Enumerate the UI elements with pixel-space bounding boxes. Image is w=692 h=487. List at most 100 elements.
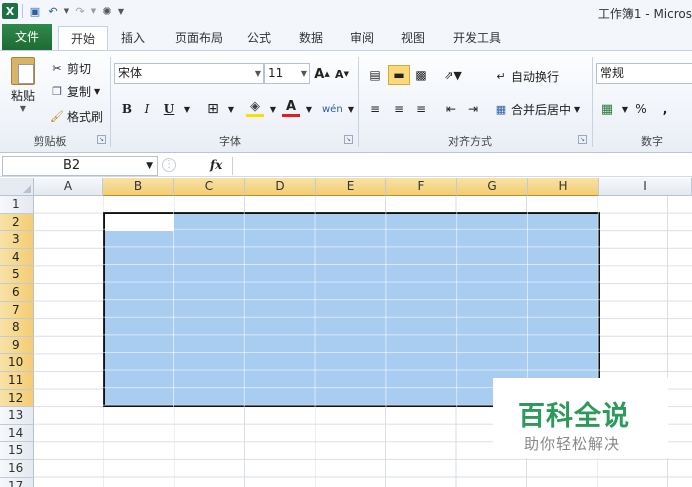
row-header-1[interactable]: 1	[0, 196, 34, 214]
underline-button[interactable]: U	[160, 99, 178, 119]
scissors-icon: ✂	[52, 61, 62, 75]
format-painter-label: 格式刷	[67, 109, 104, 124]
redo-dropdown-icon[interactable]: ▼	[90, 3, 97, 19]
column-header-b[interactable]: B	[103, 178, 174, 196]
tab-view[interactable]: 视图	[394, 26, 432, 50]
row-header-15[interactable]: 15	[0, 442, 34, 460]
merge-dropdown-icon: ▼	[574, 104, 581, 114]
clipboard-launcher-icon[interactable]: ↘	[97, 135, 106, 144]
copy-button[interactable]: ❐ 复制 ▼	[50, 82, 100, 100]
tab-developer[interactable]: 开发工具	[446, 26, 508, 50]
tab-insert[interactable]: 插入	[114, 26, 152, 50]
brush-icon: 🖌	[50, 109, 64, 123]
active-cell[interactable]	[105, 214, 174, 231]
formula-input[interactable]	[236, 156, 690, 176]
font-group-label: 字体	[219, 135, 241, 148]
copy-icon: ❐	[52, 84, 62, 98]
underline-dropdown-icon[interactable]: ▼	[178, 99, 196, 119]
paste-label: 粘贴	[10, 89, 35, 103]
row-header-5[interactable]: 5	[0, 266, 34, 284]
row-header-17[interactable]: 17	[0, 477, 34, 487]
row-header-11[interactable]: 11	[0, 372, 34, 390]
alignment-launcher-icon[interactable]: ↘	[578, 135, 587, 144]
align-left-icon[interactable]: ≡	[366, 99, 384, 119]
column-header-h[interactable]: H	[528, 178, 599, 196]
row-header-8[interactable]: 8	[0, 319, 34, 337]
save-icon[interactable]: ▣	[27, 3, 43, 19]
fill-color-dropdown-icon[interactable]: ▼	[264, 99, 282, 119]
tab-data[interactable]: 数据	[292, 26, 330, 50]
row-header-2[interactable]: 2	[0, 213, 34, 232]
phonetic-icon[interactable]: wén	[322, 99, 343, 119]
column-header-g[interactable]: G	[457, 178, 528, 196]
bold-button[interactable]: B	[118, 99, 136, 119]
tab-file[interactable]: 文件	[2, 24, 52, 50]
excel-logo-icon[interactable]: X	[2, 3, 18, 19]
grow-font-icon[interactable]: A ▲	[313, 64, 331, 84]
paste-button[interactable]: 粘贴 ▼	[8, 57, 38, 113]
column-header-e[interactable]: E	[316, 178, 386, 196]
borders-dropdown-icon[interactable]: ▼	[222, 99, 240, 119]
formula-bar: B2 ▼ ⋮ fx	[0, 155, 692, 177]
copy-label: 复制	[67, 84, 92, 99]
wrap-text-button[interactable]: ↵ 自动换行	[494, 67, 559, 85]
row-header-7[interactable]: 7	[0, 301, 34, 320]
row-header-6[interactable]: 6	[0, 284, 34, 302]
align-top-icon[interactable]: ▤	[366, 65, 384, 85]
row-header-16[interactable]: 16	[0, 460, 34, 478]
watermark-subtitle: 助你轻松解决	[524, 435, 621, 453]
row-header-3[interactable]: 3	[0, 231, 34, 249]
font-name-combo[interactable]: 宋体 ▼	[114, 63, 264, 84]
accounting-format-icon[interactable]: ▦	[598, 99, 616, 119]
align-right-icon[interactable]: ≡	[412, 99, 430, 119]
decrease-indent-icon[interactable]: ⇤	[442, 99, 460, 119]
tab-home[interactable]: 开始	[58, 26, 108, 50]
merge-center-button[interactable]: ▦ 合并后居中 ▼	[494, 100, 580, 118]
align-center-icon[interactable]: ≡	[390, 99, 408, 119]
clipboard-icon	[11, 57, 35, 85]
customize-qat-icon[interactable]: ▼	[117, 3, 125, 19]
number-format-value: 常规	[600, 66, 625, 80]
italic-button[interactable]: I	[138, 99, 156, 119]
font-color-icon[interactable]: A	[282, 99, 300, 117]
qat-divider	[22, 4, 23, 18]
name-box[interactable]: B2 ▼	[2, 156, 158, 176]
group-divider	[358, 57, 359, 147]
shrink-font-icon[interactable]: A ▼	[333, 64, 351, 84]
row-header-14[interactable]: 14	[0, 424, 34, 443]
redo-icon[interactable]: ↷	[72, 3, 88, 19]
column-header-c[interactable]: C	[174, 178, 245, 196]
column-header-i[interactable]: I	[599, 178, 692, 196]
column-header-a[interactable]: A	[34, 178, 103, 196]
merge-cells-icon: ▦	[495, 102, 507, 116]
insert-function-icon[interactable]: fx	[210, 158, 222, 172]
cut-button[interactable]: ✂ 剪切	[50, 59, 91, 77]
font-size-combo[interactable]: 11 ▼	[264, 63, 310, 84]
align-middle-icon[interactable]: ▬	[388, 65, 410, 85]
orientation-icon[interactable]: ⇗▼	[444, 65, 462, 85]
format-painter-icon[interactable]: ✺	[99, 3, 115, 19]
column-header-f[interactable]: F	[386, 178, 457, 196]
select-all-button[interactable]	[0, 178, 34, 196]
fill-color-icon[interactable]: ◈	[246, 99, 264, 117]
comma-style-button[interactable]: ,	[656, 99, 674, 119]
row-header-13[interactable]: 13	[0, 407, 34, 425]
row-header-12[interactable]: 12	[0, 389, 34, 408]
column-header-d[interactable]: D	[245, 178, 316, 196]
tab-formulas[interactable]: 公式	[240, 26, 278, 50]
number-format-combo[interactable]: 常规	[596, 63, 692, 84]
undo-icon[interactable]: ↶	[45, 3, 61, 19]
undo-dropdown-icon[interactable]: ▼	[63, 3, 70, 19]
font-launcher-icon[interactable]: ↘	[344, 135, 353, 144]
row-header-9[interactable]: 9	[0, 336, 34, 355]
align-bottom-icon[interactable]: ▩	[412, 65, 430, 85]
format-painter-button[interactable]: 🖌 格式刷	[50, 107, 103, 125]
row-header-4[interactable]: 4	[0, 248, 34, 267]
borders-icon[interactable]: ⊞	[204, 99, 222, 119]
font-color-dropdown-icon[interactable]: ▼	[300, 99, 318, 119]
row-header-10[interactable]: 10	[0, 354, 34, 372]
increase-indent-icon[interactable]: ⇥	[464, 99, 482, 119]
tab-review[interactable]: 审阅	[343, 26, 381, 50]
tab-page-layout[interactable]: 页面布局	[168, 26, 230, 50]
percent-style-button[interactable]: %	[632, 99, 650, 119]
